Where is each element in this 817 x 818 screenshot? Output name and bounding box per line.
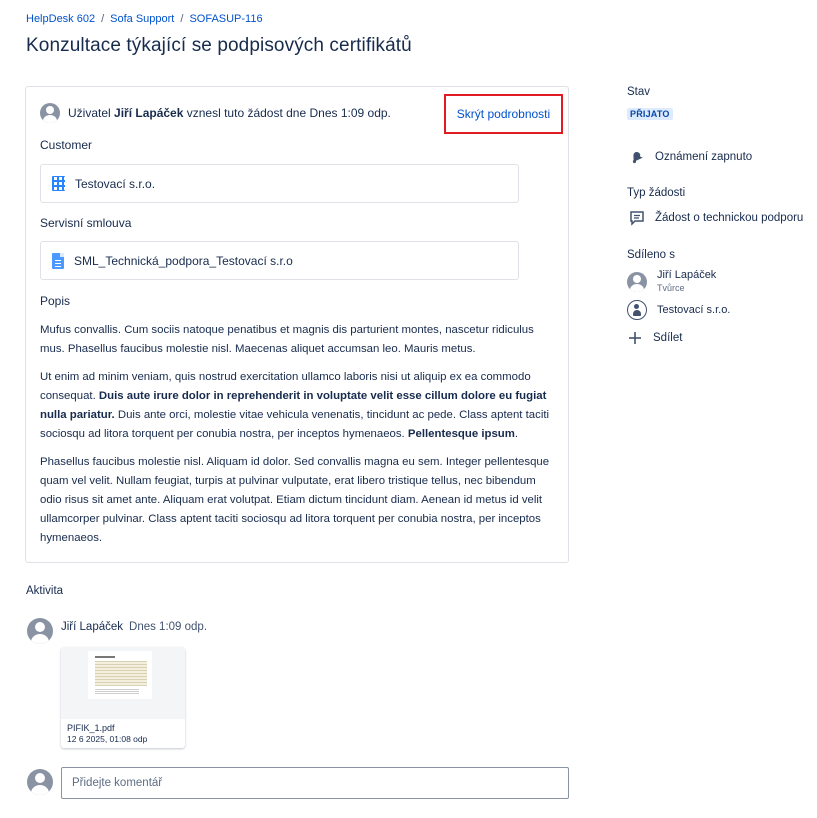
description-paragraph: Mufus convallis. Cum sociis natoque pena…: [40, 324, 534, 355]
user-avatar-icon: [627, 272, 647, 292]
shared-person-info: Jiří Lapáček Tvůrce: [657, 269, 716, 295]
current-user-avatar-icon: [27, 769, 53, 795]
request-type-label: Typ žádosti: [627, 187, 686, 199]
comment-input[interactable]: [61, 767, 569, 799]
shared-with-label: Sdíleno s: [627, 249, 675, 261]
document-icon: [52, 252, 64, 269]
reporter-suffix: vznesl tuto žádost dne Dnes 1:09 odp.: [186, 106, 391, 120]
shared-organization: Testovací s.r.o.: [627, 300, 730, 320]
shared-person: Jiří Lapáček Tvůrce: [627, 269, 716, 295]
customer-field[interactable]: Testovací s.r.o.: [40, 164, 519, 203]
shared-person-name: Jiří Lapáček: [657, 269, 717, 281]
attachment-date: 12 6 2025, 01:08 odp: [67, 734, 148, 744]
contract-label: Servisní smlouva: [40, 216, 132, 230]
plus-icon: [629, 332, 641, 344]
user-avatar-icon: [40, 103, 60, 123]
description-body: Mufus convallis. Cum sociis natoque pena…: [40, 321, 556, 557]
author-avatar-icon: [27, 618, 53, 644]
bell-icon: [632, 152, 643, 164]
reporter-prefix: Uživatel: [68, 106, 111, 120]
attachment-name: PIFIK_1.pdf: [67, 723, 115, 733]
attachment-card[interactable]: PIFIK_1.pdf 12 6 2025, 01:08 odp: [61, 647, 185, 748]
breadcrumb: HelpDesk 602 / Sofa Support / SOFASUP-11…: [26, 13, 263, 25]
request-type-text: Žádost o technickou podporu: [655, 212, 804, 224]
status-label: Stav: [627, 86, 651, 98]
contract-value: SML_Technická_podpora_Testovací s.r.o: [74, 253, 293, 268]
breadcrumb-separator: /: [180, 13, 184, 25]
contract-field[interactable]: SML_Technická_podpora_Testovací s.r.o: [40, 241, 519, 280]
reporter-line: Uživatel Jiří Lapáček vznesl tuto žádost…: [40, 103, 391, 123]
shared-person-role: Tvůrce: [657, 283, 685, 293]
breadcrumb-separator: /: [101, 13, 105, 25]
share-label: Sdílet: [653, 332, 683, 344]
organization-avatar-icon: [627, 300, 647, 320]
notifications-toggle[interactable]: Oznámení zapnuto: [629, 149, 752, 165]
breadcrumb-portal[interactable]: Sofa Support: [110, 13, 174, 25]
shared-org-name: Testovací s.r.o.: [657, 304, 731, 316]
hide-details-button[interactable]: Skrýt podrobnosti: [444, 94, 563, 134]
organization-icon: [52, 176, 67, 191]
customer-label: Customer: [40, 138, 93, 152]
activity-header: Jiří Lapáček Dnes 1:09 odp.: [61, 621, 207, 633]
share-button[interactable]: Sdílet: [627, 330, 682, 346]
reporter-text: Uživatel Jiří Lapáček vznesl tuto žádost…: [68, 106, 391, 120]
customer-value: Testovací s.r.o.: [75, 176, 156, 191]
description-label: Popis: [40, 294, 71, 308]
pdf-preview-icon: [88, 651, 152, 699]
activity-time: Dnes 1:09 odp.: [129, 621, 208, 633]
description-paragraph: Ut enim ad minim veniam, quis nostrud ex…: [40, 371, 550, 440]
comment-icon: [630, 211, 644, 226]
breadcrumb-project[interactable]: HelpDesk 602: [26, 13, 95, 25]
activity-author: Jiří Lapáček: [61, 621, 124, 633]
description-paragraph: Phasellus faucibus molestie nisl. Aliqua…: [40, 456, 550, 544]
request-details-card: Uživatel Jiří Lapáček vznesl tuto žádost…: [25, 86, 569, 563]
request-type-value: Žádost o technickou podporu: [629, 210, 803, 226]
breadcrumb-issue-key[interactable]: SOFASUP-116: [189, 13, 262, 25]
hide-details-label: Skrýt podrobnosti: [456, 107, 551, 121]
status-badge: PŘIJATO: [627, 108, 673, 120]
page-title: Konzultace týkající se podpisových certi…: [26, 35, 412, 56]
notifications-label: Oznámení zapnuto: [655, 151, 753, 163]
activity-title: Aktivita: [26, 585, 64, 597]
reporter-name: Jiří Lapáček: [114, 106, 184, 120]
attachment-thumbnail: [61, 647, 185, 719]
